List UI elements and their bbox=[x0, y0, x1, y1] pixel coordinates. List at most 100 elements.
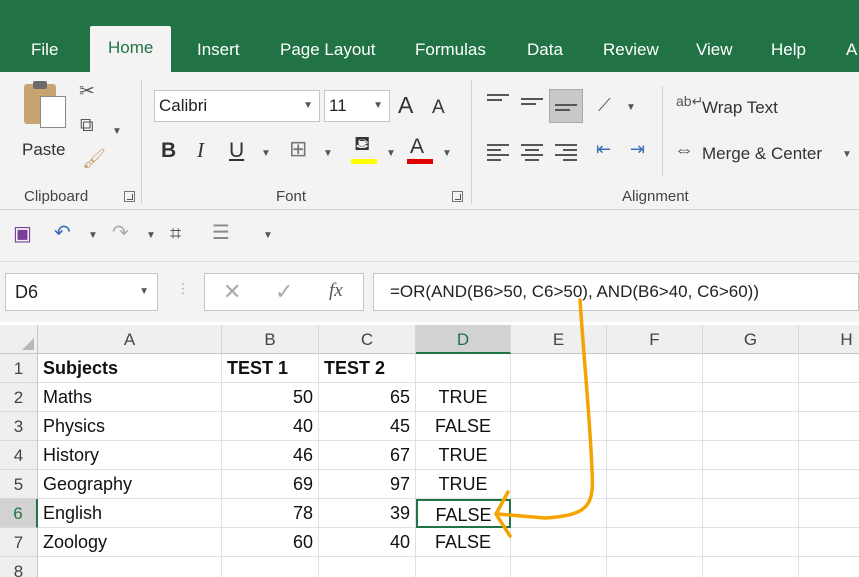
undo-icon[interactable]: ↶ bbox=[54, 223, 71, 243]
cell-d7[interactable]: FALSE bbox=[416, 528, 511, 557]
row-header-2[interactable]: 2 bbox=[0, 383, 38, 412]
align-top-icon[interactable] bbox=[487, 94, 509, 112]
font-launcher-icon[interactable] bbox=[452, 191, 463, 202]
align-left-icon[interactable] bbox=[487, 144, 509, 162]
cell-g4[interactable] bbox=[703, 441, 799, 470]
cell-h2[interactable] bbox=[799, 383, 859, 412]
cell-g2[interactable] bbox=[703, 383, 799, 412]
cell-a6[interactable]: English bbox=[38, 499, 222, 528]
cancel-icon[interactable]: ✕ bbox=[223, 279, 241, 305]
cell-g1[interactable] bbox=[703, 354, 799, 383]
cell-b6[interactable]: 78 bbox=[222, 499, 319, 528]
cell-f7[interactable] bbox=[607, 528, 703, 557]
merge-center-button[interactable]: Merge & Center bbox=[702, 144, 822, 164]
cell-f3[interactable] bbox=[607, 412, 703, 441]
row-header-1[interactable]: 1 bbox=[0, 354, 38, 383]
paste-button[interactable]: Paste bbox=[16, 80, 70, 160]
orientation-dropdown-icon[interactable]: ▼ bbox=[626, 102, 636, 113]
orientation-icon[interactable]: ⟋ bbox=[598, 96, 611, 114]
cell-a4[interactable]: History bbox=[38, 441, 222, 470]
fill-color-icon[interactable]: ⛾ bbox=[354, 134, 370, 154]
column-header-g[interactable]: G bbox=[703, 325, 799, 354]
row-header-7[interactable]: 7 bbox=[0, 528, 38, 557]
tab-file[interactable]: File bbox=[31, 28, 58, 72]
enter-check-icon[interactable]: ✓ bbox=[275, 279, 293, 305]
format-painter-icon[interactable]: 🖌 bbox=[82, 150, 106, 169]
cell-g5[interactable] bbox=[703, 470, 799, 499]
cut-icon[interactable]: ✂ bbox=[79, 82, 95, 101]
select-all-corner[interactable] bbox=[0, 325, 38, 354]
cell-g8[interactable] bbox=[703, 557, 799, 577]
cell-b4[interactable]: 46 bbox=[222, 441, 319, 470]
column-header-b[interactable]: B bbox=[222, 325, 319, 354]
cell-g3[interactable] bbox=[703, 412, 799, 441]
shrink-font-button[interactable]: A bbox=[432, 98, 445, 117]
cell-d1[interactable] bbox=[416, 354, 511, 383]
cell-c4[interactable]: 67 bbox=[319, 441, 416, 470]
cell-a3[interactable]: Physics bbox=[38, 412, 222, 441]
row-header-6[interactable]: 6 bbox=[0, 499, 38, 528]
cell-h5[interactable] bbox=[799, 470, 859, 499]
cell-a5[interactable]: Geography bbox=[38, 470, 222, 499]
cell-a1[interactable]: Subjects bbox=[38, 354, 222, 383]
cell-d5[interactable]: TRUE bbox=[416, 470, 511, 499]
cell-e8[interactable] bbox=[511, 557, 607, 577]
cell-b7[interactable]: 60 bbox=[222, 528, 319, 557]
formula-input[interactable]: =OR(AND(B6>50, C6>50), AND(B6>40, C6>60)… bbox=[373, 273, 859, 311]
cell-f5[interactable] bbox=[607, 470, 703, 499]
cell-b1[interactable]: TEST 1 bbox=[222, 354, 319, 383]
cell-d3[interactable]: FALSE bbox=[416, 412, 511, 441]
save-icon[interactable]: ▣ bbox=[13, 224, 32, 244]
column-header-c[interactable]: C bbox=[319, 325, 416, 354]
row-header-5[interactable]: 5 bbox=[0, 470, 38, 499]
cell-b8[interactable] bbox=[222, 557, 319, 577]
tab-review[interactable]: Review bbox=[603, 28, 659, 72]
cell-e7[interactable] bbox=[511, 528, 607, 557]
tab-insert[interactable]: Insert bbox=[197, 28, 240, 72]
insert-function-button[interactable]: fx bbox=[329, 280, 343, 302]
cell-e1[interactable] bbox=[511, 354, 607, 383]
cell-e6[interactable] bbox=[511, 499, 607, 528]
tab-formulas[interactable]: Formulas bbox=[415, 28, 486, 72]
bold-button[interactable]: B bbox=[161, 140, 176, 161]
cell-e4[interactable] bbox=[511, 441, 607, 470]
cell-b5[interactable]: 69 bbox=[222, 470, 319, 499]
undo-dropdown-icon[interactable]: ▼ bbox=[88, 230, 98, 241]
italic-button[interactable]: I bbox=[197, 140, 204, 161]
column-header-f[interactable]: F bbox=[607, 325, 703, 354]
cell-c8[interactable] bbox=[319, 557, 416, 577]
cell-e2[interactable] bbox=[511, 383, 607, 412]
cell-g7[interactable] bbox=[703, 528, 799, 557]
increase-indent-icon[interactable]: ⇥ bbox=[630, 140, 645, 158]
cell-a7[interactable]: Zoology bbox=[38, 528, 222, 557]
cell-f2[interactable] bbox=[607, 383, 703, 412]
cell-d2[interactable]: TRUE bbox=[416, 383, 511, 412]
bullet-list-icon[interactable]: ☰ bbox=[212, 223, 230, 243]
decrease-indent-icon[interactable]: ⇤ bbox=[596, 140, 611, 158]
font-color-button[interactable]: A bbox=[410, 136, 424, 157]
cell-f4[interactable] bbox=[607, 441, 703, 470]
cell-h8[interactable] bbox=[799, 557, 859, 577]
cell-g6[interactable] bbox=[703, 499, 799, 528]
cell-h6[interactable] bbox=[799, 499, 859, 528]
fill-color-dropdown-icon[interactable]: ▼ bbox=[386, 148, 396, 159]
borders-dropdown-icon[interactable]: ▼ bbox=[323, 148, 333, 159]
redo-dropdown-icon[interactable]: ▼ bbox=[146, 230, 156, 241]
font-color-dropdown-icon[interactable]: ▼ bbox=[442, 148, 452, 159]
tab-home[interactable]: Home bbox=[90, 26, 172, 72]
cell-h4[interactable] bbox=[799, 441, 859, 470]
row-header-8[interactable]: 8 bbox=[0, 557, 38, 577]
underline-button[interactable]: U bbox=[229, 140, 244, 161]
cell-h1[interactable] bbox=[799, 354, 859, 383]
column-header-a[interactable]: A bbox=[38, 325, 222, 354]
cell-e5[interactable] bbox=[511, 470, 607, 499]
customize-toolbar-icon[interactable]: ▼ bbox=[263, 230, 273, 241]
copy-icon[interactable]: ⧉ bbox=[80, 116, 94, 135]
active-cell[interactable]: FALSE bbox=[416, 499, 511, 528]
cell-c5[interactable]: 97 bbox=[319, 470, 416, 499]
row-header-4[interactable]: 4 bbox=[0, 441, 38, 470]
tab-help[interactable]: Help bbox=[771, 28, 806, 72]
tab-view[interactable]: View bbox=[696, 28, 733, 72]
borders-icon[interactable]: ⊞ bbox=[289, 138, 307, 160]
cell-c7[interactable]: 40 bbox=[319, 528, 416, 557]
